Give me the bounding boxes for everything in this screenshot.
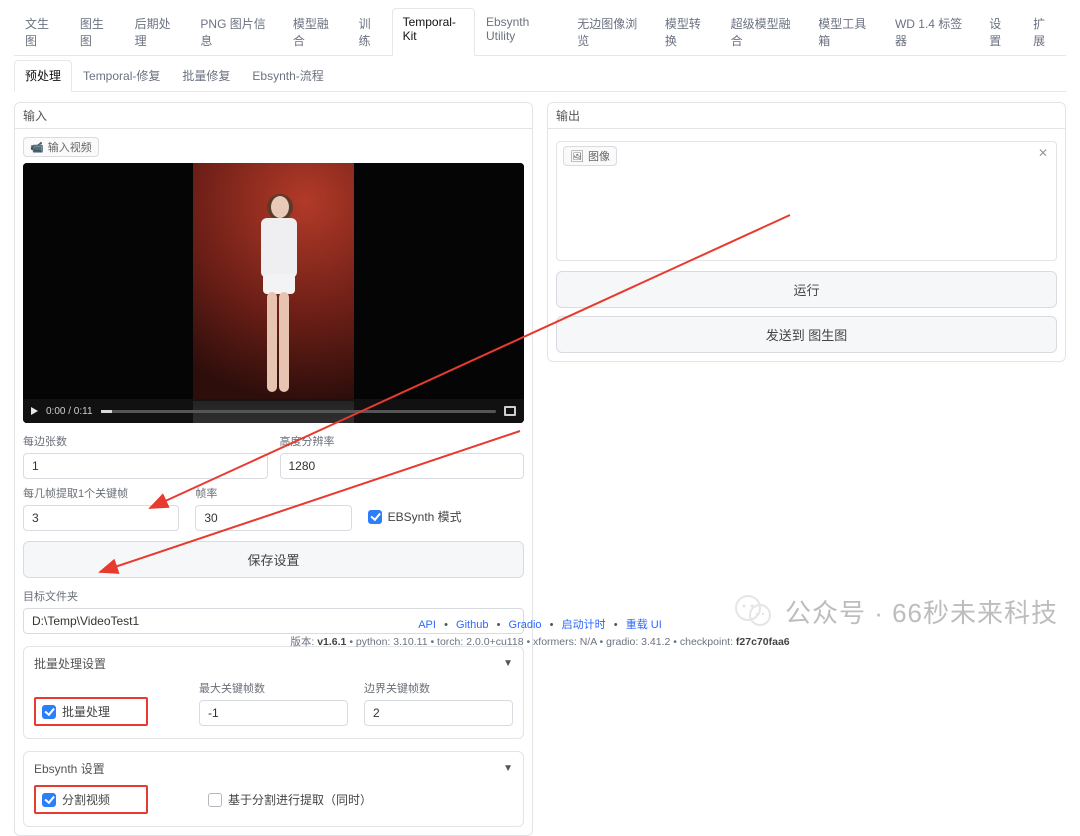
- footer-link-github[interactable]: Github: [456, 619, 488, 631]
- video-seek[interactable]: [101, 410, 496, 413]
- label-target-folder: 目标文件夹: [23, 588, 524, 604]
- output-panel-title: 输出: [548, 103, 1065, 129]
- subtab-batch-fix[interactable]: 批量修复: [171, 60, 241, 92]
- footer-version: v1.6.1: [317, 636, 346, 648]
- video-preview[interactable]: 0:00 / 0:11: [23, 163, 524, 423]
- tab-model-toolbox[interactable]: 模型工具箱: [807, 8, 884, 56]
- checkbox-ebsynth-mode[interactable]: [368, 510, 382, 524]
- output-panel: 输出 🖼 图像 ✕ 运行 发送到 图生图: [547, 102, 1066, 362]
- ebsynth-section-title: Ebsynth 设置: [34, 760, 105, 777]
- footer-link-timing[interactable]: 启动计时: [562, 619, 606, 631]
- input-border-key[interactable]: [364, 700, 513, 726]
- subtab-temporal-fix[interactable]: Temporal-修复: [72, 60, 171, 92]
- checkbox-split-extract[interactable]: [208, 793, 222, 807]
- save-settings-button[interactable]: 保存设置: [23, 541, 524, 578]
- label-batch: 批量处理: [62, 703, 110, 720]
- output-image-area[interactable]: 🖼 图像 ✕: [556, 141, 1057, 261]
- tab-merge[interactable]: 模型融合: [282, 8, 348, 56]
- label-fps: 帧率: [195, 485, 351, 501]
- run-button[interactable]: 运行: [556, 271, 1057, 308]
- footer-link-api[interactable]: API: [418, 619, 436, 631]
- input-max-key[interactable]: [199, 700, 348, 726]
- collapse-icon[interactable]: ▼: [503, 763, 513, 774]
- input-video-tag-label: 输入视频: [48, 139, 92, 155]
- output-image-tag-label: 图像: [588, 148, 610, 164]
- input-keyframe-every[interactable]: [23, 505, 179, 531]
- tab-temporal-kit[interactable]: Temporal-Kit: [392, 8, 475, 56]
- label-height-res: 高度分辨率: [280, 433, 525, 449]
- tab-ebsynth-util[interactable]: Ebsynth Utility: [475, 8, 566, 56]
- sub-tabs: 预处理 Temporal-修复 批量修复 Ebsynth-流程: [14, 60, 1066, 92]
- send-to-img2img-button[interactable]: 发送到 图生图: [556, 316, 1057, 353]
- video-time: 0:00 / 0:11: [46, 406, 93, 417]
- close-icon[interactable]: ✕: [1038, 146, 1048, 160]
- footer-version-label: 版本:: [290, 636, 314, 648]
- tab-settings[interactable]: 设置: [978, 8, 1022, 56]
- input-panel: 输入 📹 输入视频: [14, 102, 533, 836]
- footer-checkpoint: f27c70faa6: [736, 636, 790, 648]
- footer-env: • python: 3.10.11 • torch: 2.0.0+cu118 •…: [349, 636, 736, 648]
- subtab-preprocess[interactable]: 预处理: [14, 60, 72, 92]
- tab-extensions[interactable]: 扩展: [1022, 8, 1066, 56]
- collapse-icon[interactable]: ▼: [503, 658, 513, 669]
- footer-link-gradio[interactable]: Gradio: [509, 619, 542, 631]
- tab-model-convert[interactable]: 模型转换: [654, 8, 720, 56]
- fullscreen-icon[interactable]: [504, 406, 516, 416]
- footer-link-reload[interactable]: 重载 UI: [626, 619, 662, 631]
- tab-txt2img[interactable]: 文生图: [14, 8, 69, 56]
- input-height-res[interactable]: [280, 453, 525, 479]
- tab-infinite-image[interactable]: 无边图像浏览: [566, 8, 654, 56]
- footer: API • Github • Gradio • 启动计时 • 重载 UI 版本:…: [0, 616, 1080, 649]
- input-per-side[interactable]: [23, 453, 268, 479]
- input-panel-title: 输入: [15, 103, 532, 129]
- tab-img2img[interactable]: 图生图: [69, 8, 124, 56]
- main-tabs: 文生图 图生图 后期处理 PNG 图片信息 模型融合 训练 Temporal-K…: [14, 8, 1066, 56]
- checkbox-split-video[interactable]: [42, 793, 56, 807]
- tab-postproc[interactable]: 后期处理: [124, 8, 190, 56]
- checkbox-batch[interactable]: [42, 705, 56, 719]
- output-image-tag: 🖼 图像: [563, 146, 617, 166]
- tab-supermerge[interactable]: 超级模型融合: [720, 8, 808, 56]
- ebsynth-section: Ebsynth 设置 ▼ 分割视频 基于分割进行提取（同时）: [23, 751, 524, 827]
- batch-section: 批量处理设置 ▼ 批量处理: [23, 646, 524, 739]
- label-per-side: 每边张数: [23, 433, 268, 449]
- input-video-tag: 📹 输入视频: [23, 137, 99, 157]
- tab-pnginfo[interactable]: PNG 图片信息: [189, 8, 281, 56]
- label-border-key: 边界关键帧数: [364, 680, 513, 696]
- label-split-extract: 基于分割进行提取（同时）: [228, 791, 372, 808]
- tab-train[interactable]: 训练: [348, 8, 392, 56]
- tab-wd-tagger[interactable]: WD 1.4 标签器: [884, 8, 978, 56]
- label-ebsynth-mode: EBSynth 模式: [388, 508, 462, 525]
- video-controls: 0:00 / 0:11: [23, 399, 524, 423]
- label-split-video: 分割视频: [62, 791, 110, 808]
- label-max-key: 最大关键帧数: [199, 680, 348, 696]
- subtab-ebsynth-flow[interactable]: Ebsynth-流程: [241, 60, 334, 92]
- input-fps[interactable]: [195, 505, 351, 531]
- batch-section-title: 批量处理设置: [34, 655, 106, 672]
- play-icon[interactable]: [31, 407, 38, 415]
- label-keyframe-every: 每几帧提取1个关键帧: [23, 485, 179, 501]
